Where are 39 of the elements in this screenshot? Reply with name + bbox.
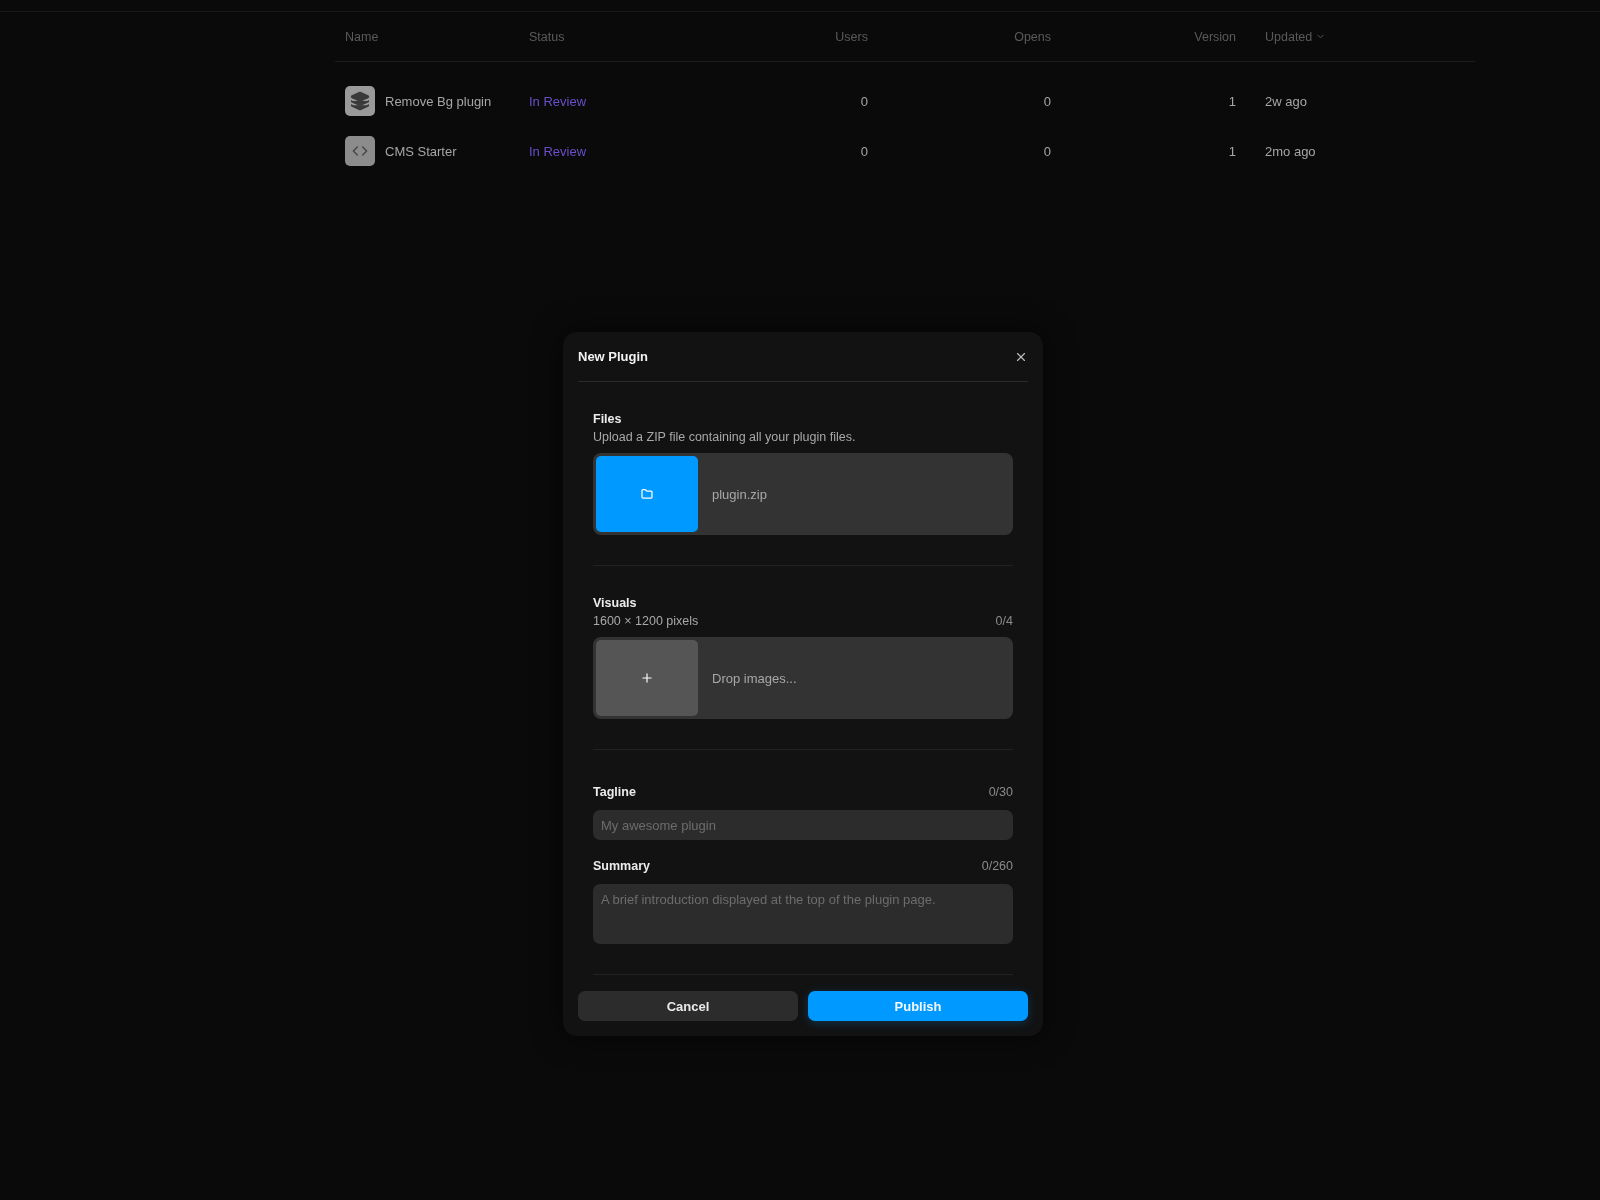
field-label: Summary [593, 859, 650, 873]
column-header[interactable]: Name [345, 29, 529, 44]
table-cell-text: 0 [1042, 93, 1051, 109]
column-header[interactable]: Status [529, 29, 729, 44]
image-count: 0/4 [995, 614, 1013, 628]
updated-time: 2mo ago [1264, 143, 1317, 159]
status-label: In Review [529, 143, 588, 159]
image-dropzone[interactable]: Drop images... [593, 637, 1013, 719]
table-cell-text: 0 [1042, 143, 1051, 159]
section-description: Upload a ZIP file containing all your plugin files. [593, 430, 857, 444]
dropzone-placeholder: Drop images... [712, 670, 797, 686]
cancel-button[interactable]: Cancel [578, 991, 798, 1021]
plugin-name: CMS Starter [385, 143, 457, 159]
column-header[interactable]: Updated [1236, 29, 1475, 44]
file-dropzone[interactable]: plugin.zip [593, 453, 1013, 535]
dialog-title: New Plugin [578, 349, 649, 364]
summary-field[interactable]: A brief introduction displayed at the top of the plugin page. [593, 884, 1013, 944]
character-count: 0/30 [988, 785, 1013, 799]
folder-icon [641, 488, 653, 500]
code-icon [352, 143, 368, 159]
tagline-field[interactable]: My awesome plugin [593, 810, 1013, 840]
field-label: Tagline [593, 785, 636, 799]
plus-icon [640, 671, 654, 685]
section-label: Files [593, 412, 623, 426]
size-hint: 1600 × 1200 pixels [593, 614, 699, 628]
status-label: In Review [529, 93, 588, 109]
publish-button[interactable]: Publish [808, 991, 1028, 1021]
updated-time: 2w ago [1264, 93, 1308, 109]
character-count: 0/260 [981, 859, 1013, 873]
table-cell-text: 0 [859, 93, 868, 109]
column-header[interactable]: Opens [868, 29, 1051, 44]
table-cell-text: 1 [1227, 143, 1236, 159]
file-name: plugin.zip [712, 486, 767, 502]
column-header[interactable]: Users [729, 29, 868, 44]
table-cell-text: 0 [859, 143, 868, 159]
column-header[interactable]: Version [1051, 29, 1236, 44]
table-cell-text: 1 [1227, 93, 1236, 109]
plugin-name: Remove Bg plugin [385, 93, 492, 109]
section-label: Visuals [593, 596, 638, 610]
